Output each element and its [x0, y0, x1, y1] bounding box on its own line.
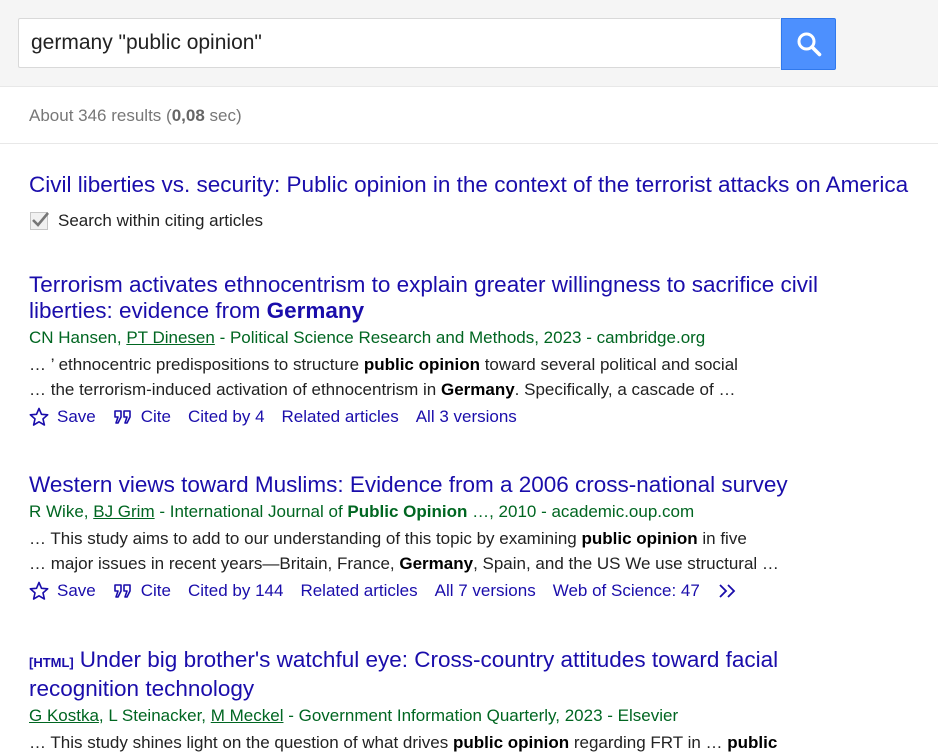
search-within-label: Search within citing articles: [58, 211, 264, 230]
result-title[interactable]: Western views toward Muslims: Evidence f…: [29, 472, 869, 498]
related-articles-link[interactable]: Related articles: [282, 407, 399, 427]
citing-article-title[interactable]: Civil liberties vs. security: Public opi…: [29, 172, 908, 198]
results-stats-bar: About 346 results (0,08 sec): [0, 87, 938, 144]
related-articles-link[interactable]: Related articles: [300, 581, 417, 601]
quote-icon: [113, 410, 131, 424]
result-snippet: … This study aims to add to our understa…: [29, 529, 779, 573]
search-within-citing[interactable]: Search within citing articles: [30, 211, 263, 231]
result-authors: G Kostka, L Steinacker, M Meckel - Gover…: [29, 706, 679, 725]
all-versions-link[interactable]: All 3 versions: [416, 407, 517, 427]
result-actions: Save Cite Cited by 144 Related articles …: [29, 581, 869, 601]
save-button[interactable]: Save: [29, 407, 96, 427]
search-icon: [797, 32, 821, 57]
search-input[interactable]: [19, 19, 780, 67]
author-link[interactable]: G Kostka: [29, 706, 99, 725]
more-button[interactable]: [717, 581, 747, 601]
results-stats: About 346 results (0,08 sec): [29, 106, 242, 125]
star-icon: [29, 581, 49, 600]
double-chevron-icon: [719, 584, 736, 598]
quote-icon: [113, 584, 131, 598]
result-snippet: … This study shines light on the questio…: [29, 733, 778, 752]
result-item: [HTML] Under big brother's watchful eye: …: [29, 647, 869, 755]
search-time: 0,08: [171, 106, 205, 125]
result-item: Western views toward Muslims: Evidence f…: [29, 472, 869, 601]
result-item: Terrorism activates ethnocentrism to exp…: [29, 272, 869, 427]
cited-by-link[interactable]: Cited by 4: [188, 407, 265, 427]
author-link[interactable]: BJ Grim: [93, 502, 154, 521]
result-authors: CN Hansen, PT Dinesen - Political Scienc…: [29, 328, 706, 347]
search-button[interactable]: [781, 18, 836, 70]
web-of-science-link[interactable]: Web of Science: 47: [553, 581, 700, 601]
result-actions: Save Cite Cited by 4 Related articles Al…: [29, 407, 869, 427]
all-versions-link[interactable]: All 7 versions: [435, 581, 536, 601]
search-box: [18, 18, 780, 68]
author-link[interactable]: PT Dinesen: [126, 328, 215, 347]
result-snippet: … ’ ethnocentric predispositions to stru…: [29, 355, 738, 399]
author-link[interactable]: M Meckel: [211, 706, 284, 725]
search-header: [0, 0, 938, 87]
cite-button[interactable]: Cite: [113, 407, 171, 427]
star-icon: [29, 407, 49, 426]
cited-by-link[interactable]: Cited by 144: [188, 581, 283, 601]
html-tag: [HTML]: [29, 655, 74, 670]
search-within-checkbox[interactable]: [30, 212, 49, 230]
result-title[interactable]: Terrorism activates ethnocentrism to exp…: [29, 272, 869, 324]
save-button[interactable]: Save: [29, 581, 96, 601]
result-title[interactable]: [HTML] Under big brother's watchful eye: …: [29, 647, 869, 702]
cite-button[interactable]: Cite: [113, 581, 171, 601]
checkmark-icon: [32, 212, 49, 227]
result-authors: R Wike, BJ Grim - International Journal …: [29, 502, 695, 521]
